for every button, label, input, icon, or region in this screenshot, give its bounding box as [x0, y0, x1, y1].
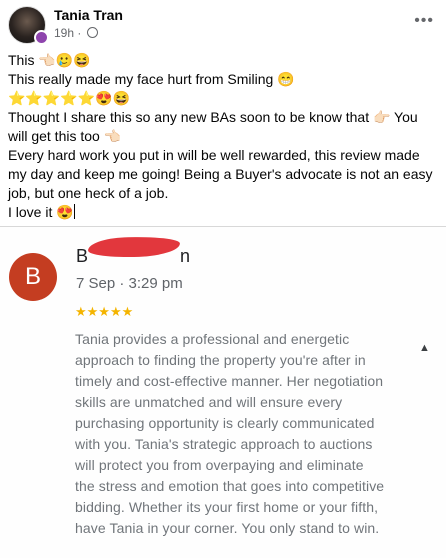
post-line: This really made my face hurt from Smili…: [8, 71, 295, 87]
post-text: This 👈🏻🥲😆 This really made my face hurt …: [8, 51, 440, 222]
post-time[interactable]: 19h: [54, 26, 74, 40]
post-line: ⭐⭐⭐⭐⭐😍😆: [8, 90, 131, 106]
post-line: I love it 😍: [8, 203, 440, 222]
post-line: This 👈🏻🥲😆: [8, 52, 91, 68]
collapse-caret-icon[interactable]: ▲: [419, 342, 430, 354]
more-options-icon[interactable]: •••: [414, 12, 434, 30]
star-rating: ★★★★★: [75, 304, 134, 319]
reviewer-name-end: n: [180, 246, 191, 266]
post-line-text: I love it 😍: [8, 204, 74, 220]
post-meta: 19h ·: [54, 26, 98, 40]
globe-icon: [86, 27, 98, 38]
post-line: Thought I share this so any new BAs soon…: [8, 109, 418, 144]
review-date: 7 Sep · 3:29 pm: [76, 275, 183, 292]
text-cursor: [73, 204, 75, 219]
review-screenshot: B Bn 7 Sep · 3:29 pm ★★★★★ Tania provide…: [0, 226, 446, 558]
post-line: Every hard work you put in will be well …: [8, 147, 433, 201]
author-name[interactable]: Tania Tran: [54, 7, 123, 23]
reviewer-avatar: B: [9, 253, 57, 301]
story-badge-icon: [34, 30, 49, 45]
review-text: Tania provides a professional and energe…: [75, 331, 385, 536]
reviewer-name-start: B: [76, 246, 89, 266]
post-header: Tania Tran 19h · •••: [0, 0, 446, 48]
